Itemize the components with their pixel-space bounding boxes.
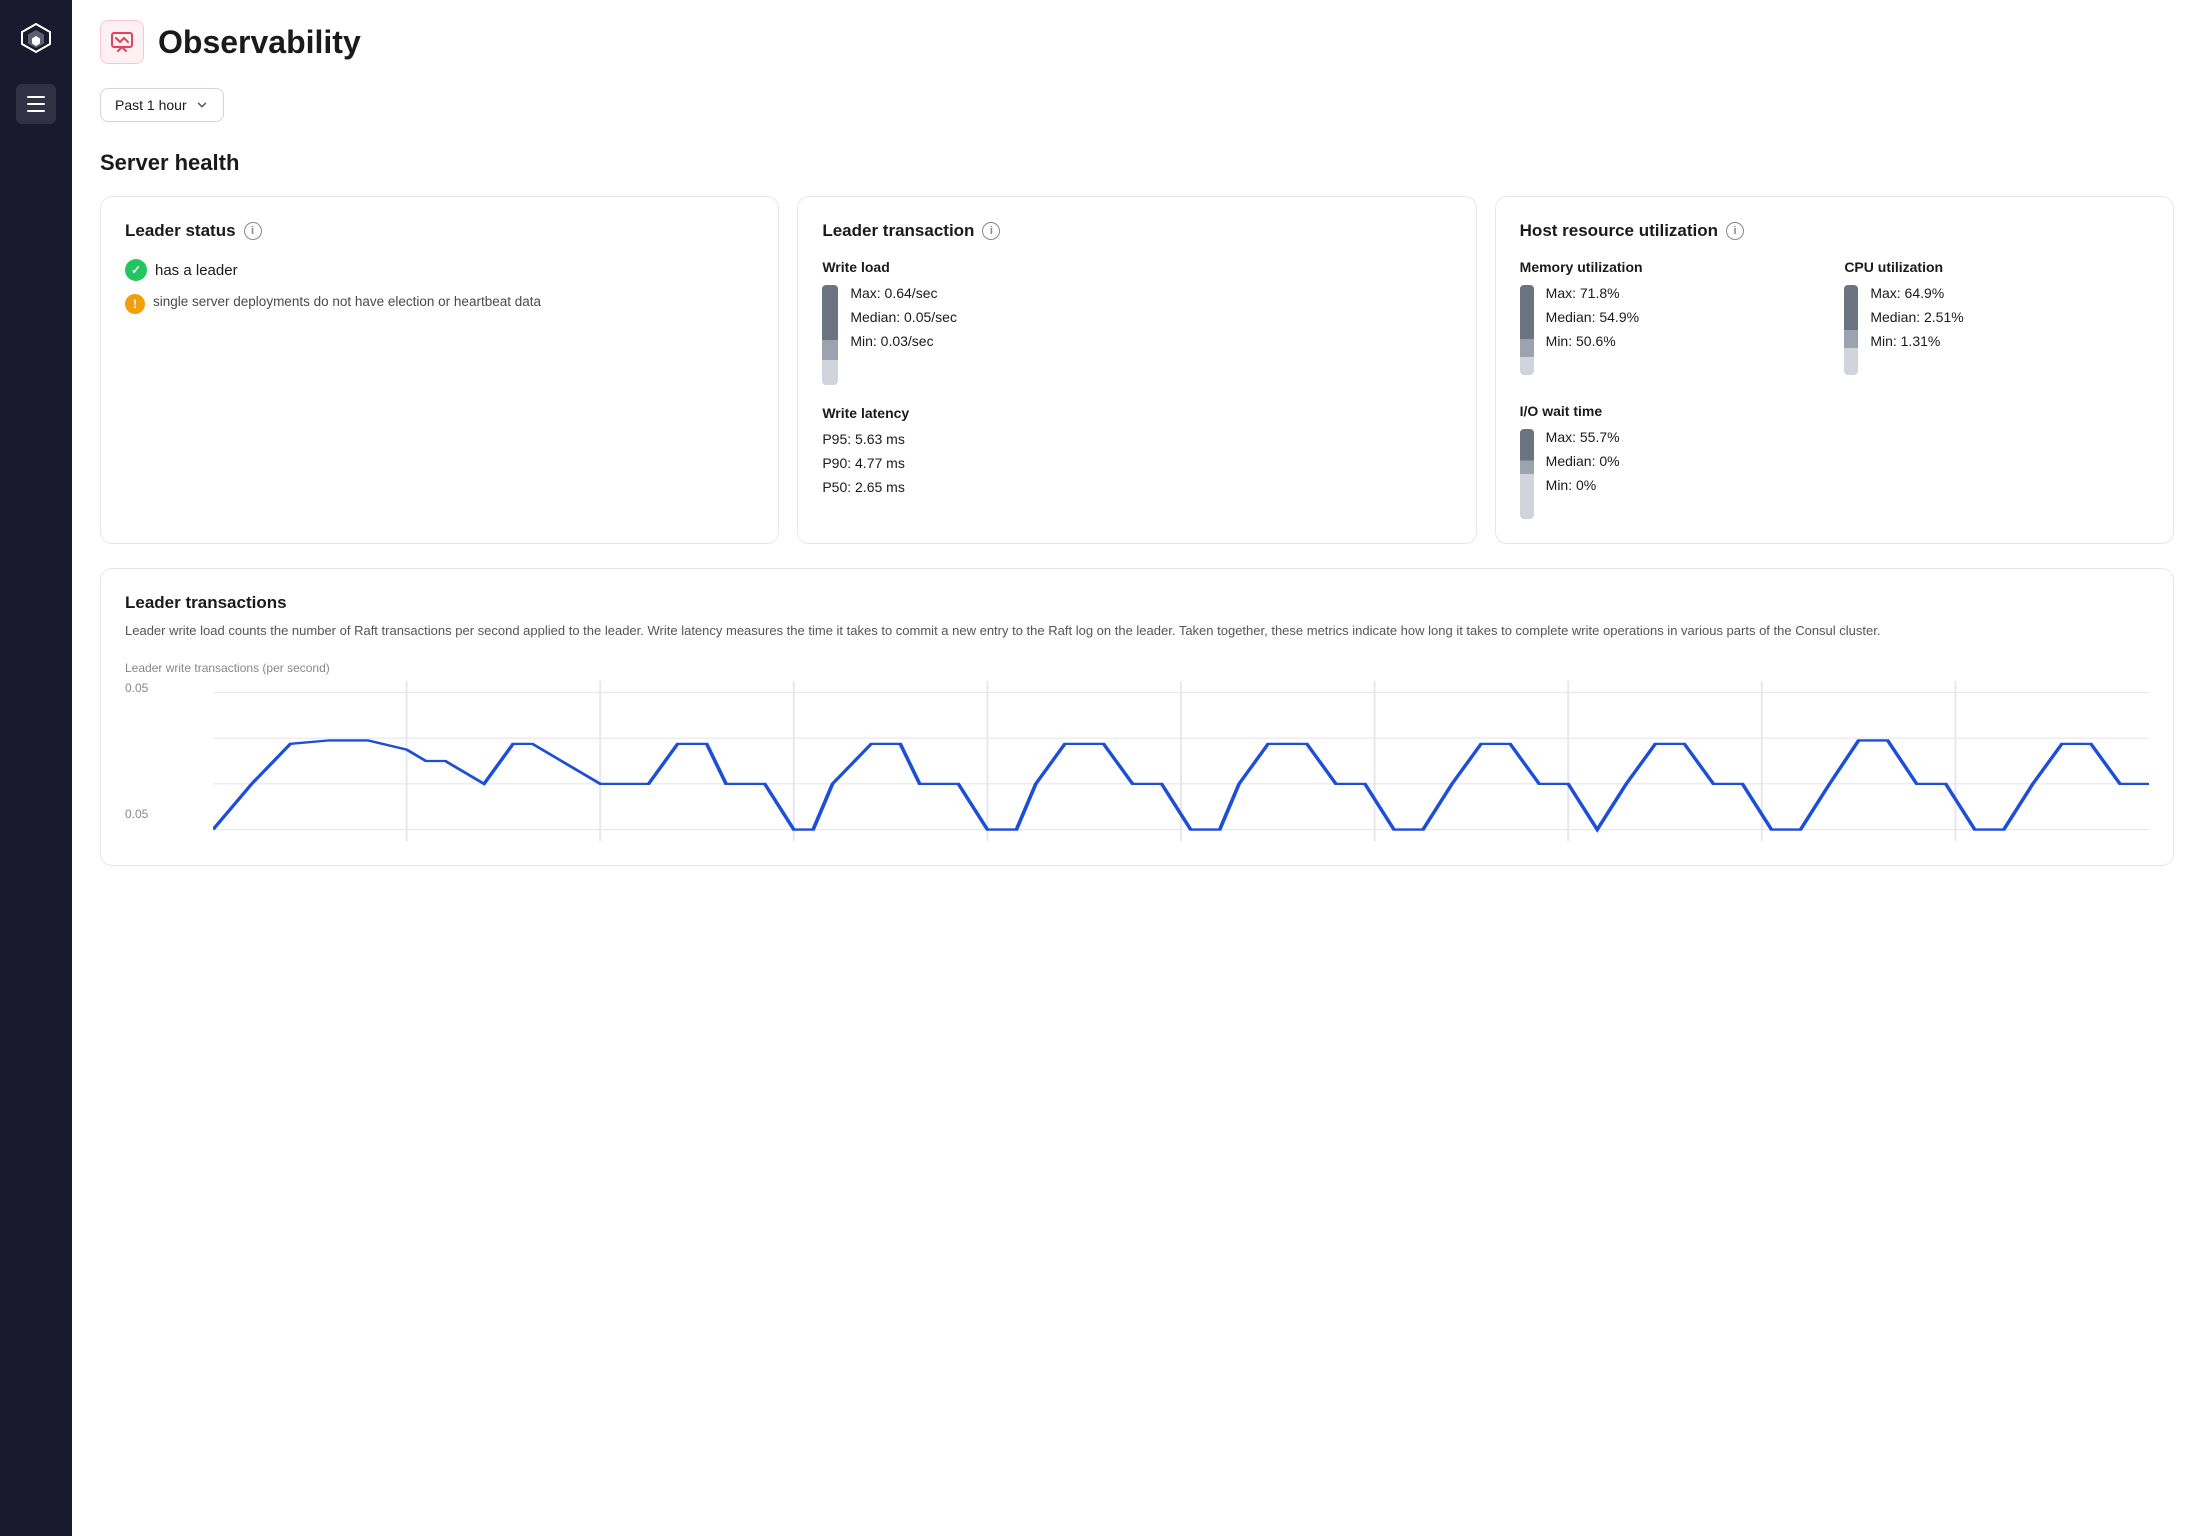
write-load-max: Max: 0.64/sec xyxy=(850,285,957,301)
io-title: I/O wait time xyxy=(1520,403,1825,419)
io-metrics: Max: 55.7% Median: 0% Min: 0% xyxy=(1520,429,1825,519)
chart-y-top: 0.05 xyxy=(125,681,165,695)
main-content: Observability Past 1 hour Server health … xyxy=(72,0,2202,1536)
cards-row: Leader status i has a leader single serv… xyxy=(100,196,2174,544)
write-latency-p90: P90: 4.77 ms xyxy=(822,455,1451,471)
cpu-bar xyxy=(1844,285,1858,375)
cpu-median: Median: 2.51% xyxy=(1870,309,1963,325)
sidebar xyxy=(0,0,72,1536)
cpu-list: Max: 64.9% Median: 2.51% Min: 1.31% xyxy=(1870,285,1963,349)
host-resource-card-title: Host resource utilization i xyxy=(1520,221,2149,241)
page-header: Observability xyxy=(100,20,2174,64)
memory-min: Min: 50.6% xyxy=(1546,333,1639,349)
chevron-down-icon xyxy=(195,98,209,112)
io-median: Median: 0% xyxy=(1546,453,1620,469)
write-latency-p50: P50: 2.65 ms xyxy=(822,479,1451,495)
page-title: Observability xyxy=(158,24,361,61)
memory-section: Memory utilization Max: 71.8% Median: 54… xyxy=(1520,259,1825,375)
warning-text: single server deployments do not have el… xyxy=(153,293,541,312)
memory-max: Max: 71.8% xyxy=(1546,285,1639,301)
chart-y-labels: 0.05 0.05 xyxy=(125,681,165,821)
write-load-title: Write load xyxy=(822,259,1451,275)
leader-transactions-chart-card: Leader transactions Leader write load co… xyxy=(100,568,2174,866)
host-resource-card: Host resource utilization i Memory utili… xyxy=(1495,196,2174,544)
write-load-min: Min: 0.03/sec xyxy=(850,333,957,349)
memory-list: Max: 71.8% Median: 54.9% Min: 50.6% xyxy=(1546,285,1639,349)
cpu-section: CPU utilization Max: 64.9% Median: 2.51%… xyxy=(1844,259,2149,375)
write-latency-list: P95: 5.63 ms P90: 4.77 ms P50: 2.65 ms xyxy=(822,431,1451,495)
has-leader-row: has a leader xyxy=(125,259,754,281)
write-load-median: Median: 0.05/sec xyxy=(850,309,957,325)
time-select-label: Past 1 hour xyxy=(115,97,187,113)
cpu-max: Max: 64.9% xyxy=(1870,285,1963,301)
write-load-list: Max: 0.64/sec Median: 0.05/sec Min: 0.03… xyxy=(850,285,957,349)
write-load-metrics: Max: 0.64/sec Median: 0.05/sec Min: 0.03… xyxy=(822,285,1451,385)
leader-status-card-title: Leader status i xyxy=(125,221,754,241)
chart-label: Leader write transactions (per second) xyxy=(125,661,2149,675)
leader-status-green-dot xyxy=(125,259,147,281)
leader-transaction-card-title: Leader transaction i xyxy=(822,221,1451,241)
io-section: I/O wait time Max: 55.7% Median: 0% Min:… xyxy=(1520,403,1825,519)
host-grid: Memory utilization Max: 71.8% Median: 54… xyxy=(1520,259,2149,519)
io-bar xyxy=(1520,429,1534,519)
warning-icon xyxy=(125,294,145,314)
host-resource-info-icon[interactable]: i xyxy=(1726,222,1744,240)
write-load-bar xyxy=(822,285,838,385)
cpu-metrics: Max: 64.9% Median: 2.51% Min: 1.31% xyxy=(1844,285,2149,375)
section-title: Server health xyxy=(100,150,2174,176)
cpu-title: CPU utilization xyxy=(1844,259,2149,275)
chart-description: Leader write load counts the number of R… xyxy=(125,621,2149,641)
memory-bar xyxy=(1520,285,1534,375)
menu-button[interactable] xyxy=(16,84,56,124)
time-select-dropdown[interactable]: Past 1 hour xyxy=(100,88,224,122)
has-leader-label: has a leader xyxy=(155,262,238,279)
cpu-min: Min: 1.31% xyxy=(1870,333,1963,349)
toolbar: Past 1 hour xyxy=(100,88,2174,122)
write-latency-title: Write latency xyxy=(822,405,1451,421)
warning-row: single server deployments do not have el… xyxy=(125,293,754,314)
write-load-section: Write load Max: 0.64/sec Median: 0.05/se… xyxy=(822,259,1451,385)
leader-transaction-info-icon[interactable]: i xyxy=(982,222,1000,240)
page-icon xyxy=(100,20,144,64)
chart-y-bottom: 0.05 xyxy=(125,807,165,821)
memory-median: Median: 54.9% xyxy=(1546,309,1639,325)
leader-status-card: Leader status i has a leader single serv… xyxy=(100,196,779,544)
sidebar-logo xyxy=(14,16,58,60)
write-latency-section: Write latency P95: 5.63 ms P90: 4.77 ms … xyxy=(822,405,1451,495)
leader-status-info-icon[interactable]: i xyxy=(244,222,262,240)
io-min: Min: 0% xyxy=(1546,477,1620,493)
chart-title: Leader transactions xyxy=(125,593,2149,613)
write-latency-p95: P95: 5.63 ms xyxy=(822,431,1451,447)
chart-svg-area xyxy=(213,681,2149,841)
memory-metrics: Max: 71.8% Median: 54.9% Min: 50.6% xyxy=(1520,285,1825,375)
leader-transaction-card: Leader transaction i Write load Max: 0.6… xyxy=(797,196,1476,544)
io-max: Max: 55.7% xyxy=(1546,429,1620,445)
io-list: Max: 55.7% Median: 0% Min: 0% xyxy=(1546,429,1620,493)
line-chart-svg xyxy=(213,681,2149,841)
chart-container: 0.05 0.05 xyxy=(125,681,2149,841)
memory-title: Memory utilization xyxy=(1520,259,1825,275)
